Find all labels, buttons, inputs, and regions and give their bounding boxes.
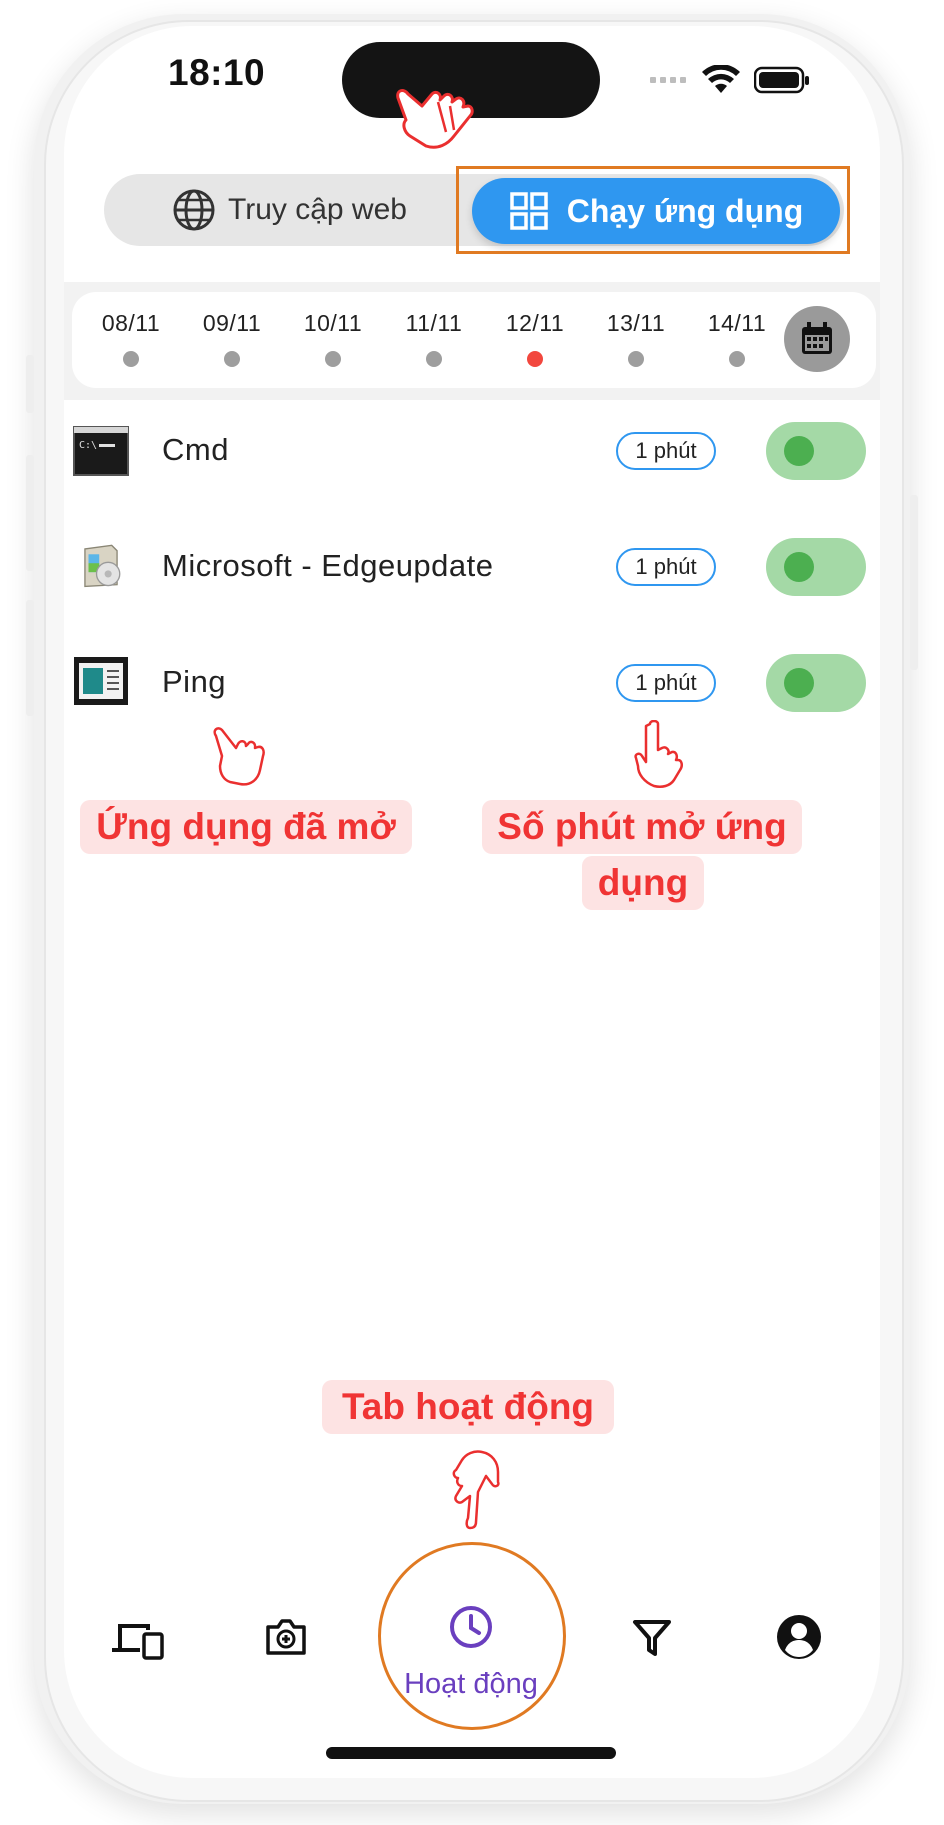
camera-icon <box>266 1619 306 1655</box>
date-item-selected[interactable]: 12/11 <box>490 310 580 337</box>
pointer-hand-icon <box>634 720 683 788</box>
ping-icon <box>74 657 128 705</box>
tab-screenshot[interactable] <box>264 1615 308 1664</box>
edgeupdate-icon <box>84 544 121 588</box>
side-button-mute <box>26 355 34 413</box>
app-toggle[interactable] <box>766 538 866 596</box>
toggle-knob <box>784 668 814 698</box>
side-button-volume-down <box>26 600 34 716</box>
duration-badge: 1 phút <box>616 548 716 586</box>
list-item: C:\ Cmd 1 phút <box>64 400 880 500</box>
app-name: Microsoft - Edgeupdate <box>162 548 494 583</box>
date-dot <box>729 351 745 367</box>
date-dot <box>123 351 139 367</box>
tab-devices[interactable] <box>110 1620 164 1665</box>
tab-web-access[interactable]: Truy cập web <box>172 186 407 234</box>
svg-text:C:\: C:\ <box>79 440 97 451</box>
calendar-button[interactable] <box>784 306 850 372</box>
wifi-icon <box>702 65 740 93</box>
pointer-hand-icon <box>396 89 474 149</box>
annotation-activity-tab: Tab hoạt động <box>322 1380 614 1434</box>
account-icon <box>777 1615 821 1659</box>
toggle-knob <box>784 436 814 466</box>
tab-web-access-label: Truy cập web <box>228 193 407 226</box>
cmd-icon: C:\ <box>73 426 129 476</box>
devices-icon <box>112 1624 164 1660</box>
filter-icon <box>633 1620 671 1656</box>
app-name: Cmd <box>162 432 229 467</box>
toggle-knob <box>784 552 814 582</box>
date-item[interactable]: 13/11 <box>591 310 681 337</box>
status-time: 18:10 <box>168 52 266 93</box>
date-item[interactable]: 10/11 <box>288 310 378 337</box>
date-item[interactable]: 08/11 <box>86 310 176 337</box>
date-dot-selected <box>527 351 543 367</box>
annotation-minutes-line1: Số phút mở ứng <box>482 800 802 854</box>
highlight-frame <box>456 166 850 254</box>
date-dot <box>426 351 442 367</box>
cellular-icon <box>650 77 686 83</box>
list-item: Microsoft - Edgeupdate 1 phút <box>64 516 880 616</box>
status-icons <box>650 60 810 100</box>
duration-badge: 1 phút <box>616 664 716 702</box>
annotation-opened-apps: Ứng dụng đã mở <box>80 800 412 854</box>
date-dot <box>628 351 644 367</box>
date-item[interactable]: 11/11 <box>389 310 479 337</box>
date-selector <box>72 292 876 388</box>
date-item[interactable]: 09/11 <box>187 310 277 337</box>
home-indicator <box>326 1747 616 1759</box>
tab-filter[interactable] <box>632 1618 672 1663</box>
list-item: Ping 1 phút <box>64 632 880 732</box>
duration-badge: 1 phút <box>616 432 716 470</box>
annotation-minutes-line2: dụng <box>582 856 704 910</box>
calendar-icon <box>802 322 832 354</box>
app-toggle[interactable] <box>766 422 866 480</box>
date-dot <box>325 351 341 367</box>
side-button-volume-up <box>26 455 34 571</box>
date-dot <box>224 351 240 367</box>
tab-account[interactable] <box>776 1614 822 1665</box>
app-name: Ping <box>162 664 227 699</box>
date-item[interactable]: 14/11 <box>692 310 782 337</box>
globe-icon <box>173 189 215 231</box>
pointer-hand-icon <box>452 1450 500 1530</box>
battery-icon <box>754 66 809 94</box>
app-toggle[interactable] <box>766 654 866 712</box>
pointer-hand-icon <box>213 727 265 786</box>
side-button-power <box>910 495 918 670</box>
activity-tab-highlight <box>378 1542 566 1730</box>
